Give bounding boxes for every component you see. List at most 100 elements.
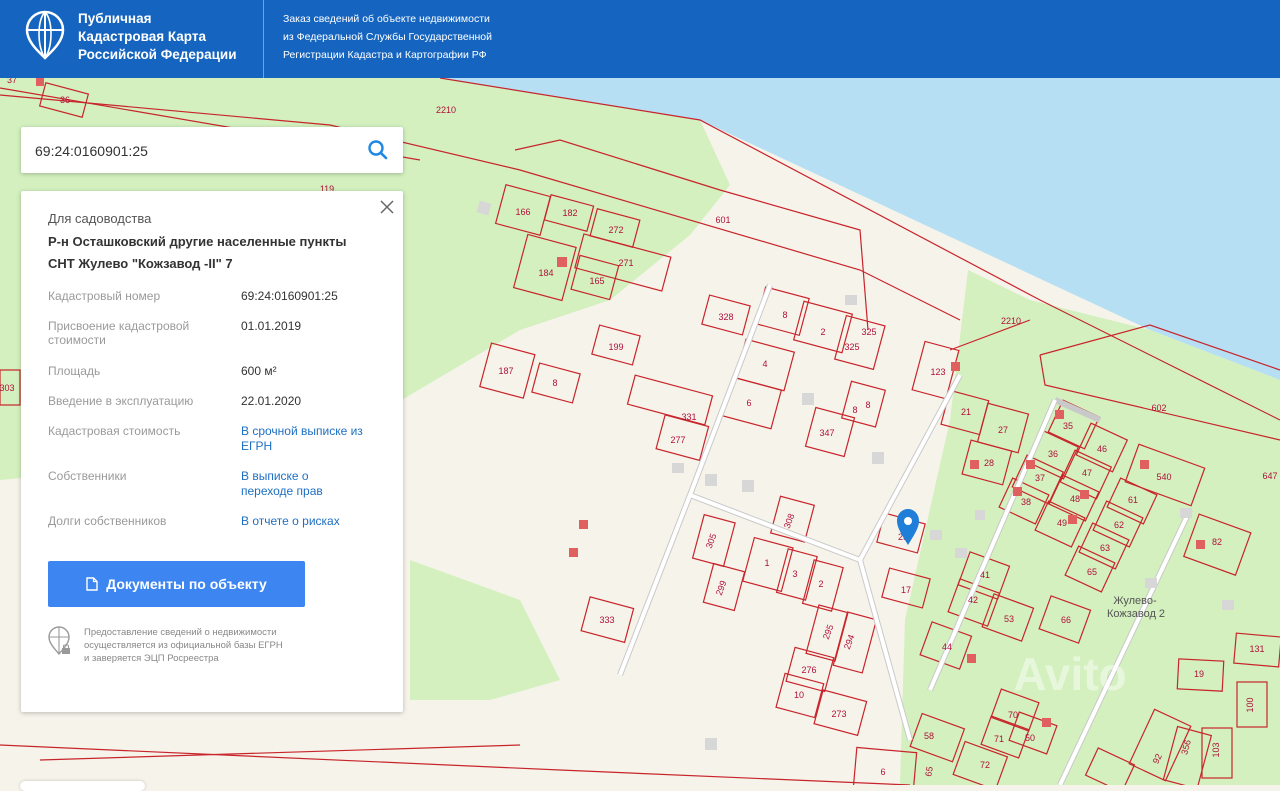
parcel-label: 8 <box>552 378 557 388</box>
close-icon[interactable] <box>379 199 395 215</box>
parcel-label: 131 <box>1249 644 1264 654</box>
parcel-label: 333 <box>599 615 614 625</box>
subtitle-line: Регистрации Кадастра и Картографии РФ <box>283 49 487 61</box>
parcel-label: 8 <box>852 405 857 415</box>
field-label-owners: Собственники <box>48 469 127 483</box>
parcel-label: 276 <box>801 665 816 675</box>
brand-line: Кадастровая Карта <box>78 29 206 44</box>
search-icon[interactable] <box>367 139 389 161</box>
globe-icon[interactable] <box>25 10 65 60</box>
place-label-line: Жулево- <box>1113 595 1157 607</box>
parcel-label: 303 <box>0 383 15 393</box>
owners-link[interactable]: В выписке о переходе прав <box>241 469 346 499</box>
search-bar <box>21 127 403 173</box>
parcel-label: 100 <box>1245 697 1255 712</box>
place-label: Жулево- Кожзавод 2 <box>1107 595 1165 620</box>
parcel-label: 1 <box>764 558 769 568</box>
subtitle-line: из Федеральной Службы Государственной <box>283 31 492 43</box>
field-label-cadastral-number: Кадастровый номер <box>48 289 161 303</box>
parcel-label: 273 <box>831 709 846 719</box>
parcel-label: 28 <box>984 458 994 468</box>
parcel-label: 19 <box>1194 669 1204 679</box>
parcel-label: 17 <box>901 585 911 595</box>
documents-button-label: Документы по объекту <box>106 576 267 592</box>
brand-title[interactable]: Публичная Кадастровая Карта Российской Ф… <box>78 10 237 64</box>
parcel-label: 36 <box>60 95 70 105</box>
note-line: Предоставление сведений о недвижимости <box>84 627 277 638</box>
parcel-label: 61 <box>1128 495 1138 505</box>
note-line: осуществляется из официальной базы ЕГРН <box>84 640 283 651</box>
parcel-label: 328 <box>718 312 733 322</box>
place-label-line: Кожзавод 2 <box>1107 608 1165 620</box>
parcel-label: 42 <box>968 595 978 605</box>
parcel-label: 37 <box>1035 473 1045 483</box>
parcel-label: 41 <box>980 570 990 580</box>
document-icon <box>86 577 98 591</box>
address-line: СНТ Жулево "Кожзавод -II" 7 <box>48 256 233 271</box>
parcel-label: 49 <box>1057 518 1067 528</box>
brand-line: Публичная <box>78 11 152 26</box>
header: Публичная Кадастровая Карта Российской Ф… <box>0 0 1280 78</box>
parcel-label: 36 <box>1048 449 1058 459</box>
address-line: Р-н Осташковский другие населенные пункт… <box>48 234 347 249</box>
field-label-debts: Долги собственников <box>48 514 167 528</box>
debts-link[interactable]: В отчете о рисках <box>241 514 391 529</box>
parcel-label: 70 <box>1008 710 1018 720</box>
watermark: Avito <box>1013 648 1126 700</box>
parcel-label: 2 <box>818 579 823 589</box>
parcel-label: 199 <box>608 342 623 352</box>
brand-line: Российской Федерации <box>78 47 237 62</box>
parcel-label: 8 <box>865 400 870 410</box>
parcel-label: 325 <box>844 342 859 352</box>
parcel-label: 46 <box>1097 444 1107 454</box>
parcel-label: 166 <box>515 207 530 217</box>
parcel-label: 4 <box>762 359 767 369</box>
header-divider <box>263 0 264 78</box>
parcel-label: 48 <box>1070 494 1080 504</box>
parcel-label: 325 <box>861 327 876 337</box>
parcel-label: 47 <box>1082 468 1092 478</box>
parcel-label: 347 <box>819 428 834 438</box>
map-control-pill[interactable] <box>20 781 145 791</box>
parcel-label: 65 <box>923 766 935 778</box>
parcel-label: 277 <box>670 435 685 445</box>
parcel-label: 62 <box>1114 520 1124 530</box>
parcel-label: 37 <box>7 78 17 85</box>
parcel-label: 35 <box>1063 421 1073 431</box>
parcel-label: 63 <box>1100 543 1110 553</box>
cadastral-value-link[interactable]: В срочной выписке из ЕГРН <box>241 424 366 454</box>
parcel-label: 184 <box>538 268 553 278</box>
parcel-label: 123 <box>930 367 945 377</box>
parcel-label: 71 <box>994 734 1004 744</box>
field-label-valuation-date: Присвоение кадастровой стоимости <box>48 319 190 347</box>
secure-globe-icon <box>48 626 70 656</box>
parcel-label: 8 <box>782 310 787 320</box>
field-label-area: Площадь <box>48 364 101 378</box>
documents-button[interactable]: Документы по объекту <box>48 561 305 607</box>
parcel-label: 3 <box>792 569 797 579</box>
note-line: и заверяется ЭЦП Росреестра <box>84 653 219 664</box>
header-subtitle: Заказ сведений об объекте недвижимости и… <box>283 10 492 64</box>
parcel-label: 165 <box>589 276 604 286</box>
parcel-label: 103 <box>1211 742 1221 757</box>
parcel-label: 72 <box>980 760 990 770</box>
parcel-label: 6 <box>746 398 751 408</box>
parcel-label: 271 <box>618 258 633 268</box>
field-value-commissioning: 22.01.2020 <box>241 394 302 408</box>
parcel-label: 53 <box>1004 614 1014 624</box>
search-input[interactable] <box>33 137 357 165</box>
parcel-label: 6 <box>880 767 885 777</box>
parcel-label: 10 <box>794 690 804 700</box>
field-value-area: 600 м² <box>241 364 277 378</box>
parcel-label: 38 <box>1021 497 1031 507</box>
parcel-label: 602 <box>1151 403 1166 413</box>
parcel-label: 2210 <box>1001 316 1021 326</box>
parcel-label: 2 <box>820 327 825 337</box>
field-label-commissioning: Введение в эксплуатацию <box>48 394 194 408</box>
field-value-valuation-date: 01.01.2019 <box>241 319 302 333</box>
subtitle-line: Заказ сведений об объекте недвижимости <box>283 13 490 25</box>
parcel-label: 187 <box>498 366 513 376</box>
object-info-card: Для садоводства Р-н Осташковский другие … <box>21 191 403 712</box>
parcel-label: 182 <box>562 208 577 218</box>
parcel-label: 647 <box>1262 471 1277 481</box>
